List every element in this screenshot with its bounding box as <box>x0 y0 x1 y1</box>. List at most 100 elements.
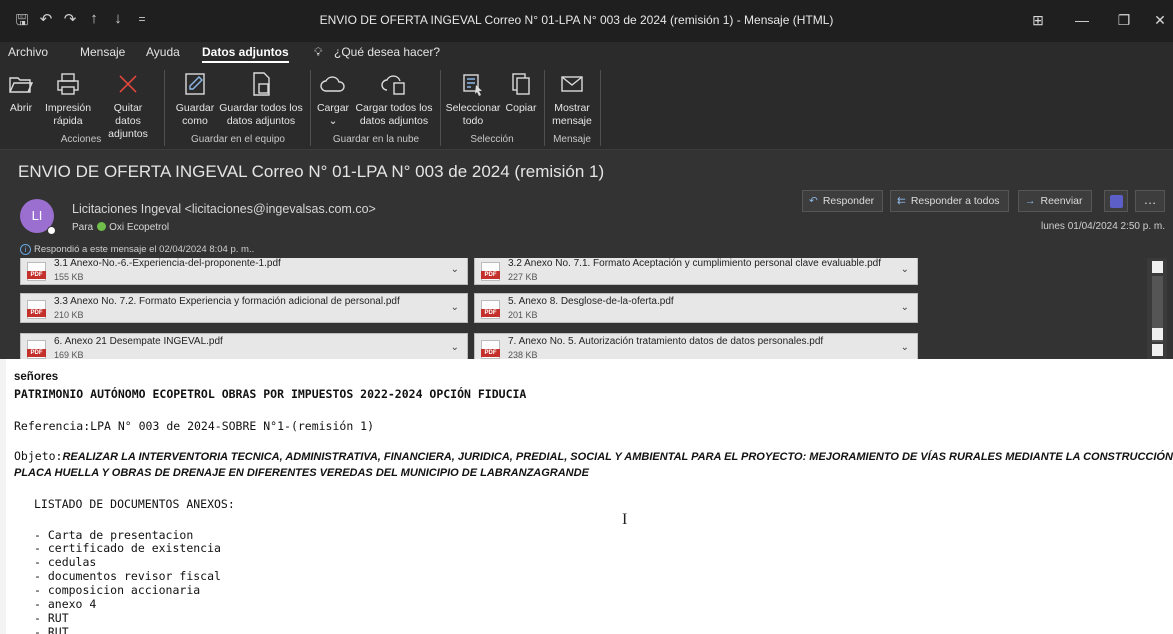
save-as-icon <box>185 73 205 95</box>
impresion-rapida-button[interactable]: Impresión rápida <box>40 70 96 128</box>
ribbon-separator <box>310 70 311 146</box>
tab-mensaje[interactable]: Mensaje <box>80 45 125 59</box>
attachment-size: 155 KB <box>54 272 84 282</box>
cargar-todos-button[interactable]: Cargar todos los datos adjuntos <box>352 70 436 128</box>
tab-datos-adjuntos[interactable]: Datos adjuntos <box>202 45 289 63</box>
cargar-button[interactable]: Cargar ⌄ <box>314 70 352 128</box>
pdf-file-icon: PDF <box>27 300 46 319</box>
recipient-line: Para Oxi Ecopetrol <box>72 222 169 233</box>
list-item: - composicion accionaria <box>34 583 201 597</box>
reenviar-button[interactable]: → Reenviar <box>1018 190 1092 212</box>
sender-name[interactable]: Licitaciones Ingeval <licitaciones@ingev… <box>72 202 376 216</box>
abrir-button[interactable]: Abrir <box>6 70 36 115</box>
greeting: señores <box>14 371 59 383</box>
chevron-down-icon[interactable]: ⌄ <box>901 264 909 275</box>
attachment-item[interactable]: PDF 3.3 Anexo No. 7.2. Formato Experienc… <box>20 293 468 323</box>
group-label-nube: Guardar en la nube <box>332 134 420 145</box>
attachment-name: 7. Anexo No. 5. Autorización tratamiento… <box>508 336 824 347</box>
pdf-file-icon: PDF <box>481 340 500 359</box>
pdf-file-icon: PDF <box>27 340 46 359</box>
quitar-datos-adjuntos-button[interactable]: Quitar datos adjuntos <box>100 70 156 141</box>
guardar-como-button[interactable]: Guardar como <box>172 70 218 128</box>
chevron-down-icon[interactable]: ⌄ <box>451 302 459 313</box>
message-date: lunes 01/04/2024 2:50 p. m. <box>1041 221 1165 232</box>
chevron-down-icon[interactable]: ⌄ <box>451 264 459 275</box>
teams-icon <box>1110 195 1123 208</box>
responder-a-todos-button[interactable]: ⇇ Responder a todos <box>890 190 1009 212</box>
attachment-item[interactable]: PDF 3.2 Anexo No. 7.1. Formato Aceptació… <box>474 258 918 285</box>
message-header: ENVIO DE OFERTA INGEVAL Correo N° 01-LPA… <box>0 150 1173 258</box>
teams-button[interactable] <box>1104 190 1128 212</box>
forward-icon: → <box>1025 195 1036 207</box>
list-item: - anexo 4 <box>34 597 97 611</box>
group-label-acciones: Acciones <box>60 134 102 145</box>
folder-open-icon <box>9 77 34 93</box>
group-label-seleccion: Selección <box>470 134 514 145</box>
responder-label: Responder <box>822 195 875 207</box>
close-button[interactable]: ✕ <box>1140 8 1173 32</box>
maximize-button[interactable]: ❐ <box>1104 8 1144 32</box>
undo-icon[interactable]: ↶ <box>34 10 58 28</box>
presence-available-icon <box>97 222 107 231</box>
previous-item-icon[interactable]: ↑ <box>82 10 106 27</box>
pdf-file-icon: PDF <box>27 262 46 281</box>
more-actions-button[interactable]: … <box>1135 190 1165 212</box>
select-all-icon <box>463 74 482 96</box>
message-body: señores PATRIMONIO AUTÓNOMO ECOPETROL OB… <box>0 359 1173 634</box>
save-all-icon <box>253 72 270 96</box>
list-item: - cedulas <box>34 555 97 569</box>
chevron-down-icon[interactable]: ⌄ <box>901 302 909 313</box>
recipient-name[interactable]: Oxi Ecopetrol <box>109 222 169 233</box>
replied-notice: i Respondió a este mensaje el 02/04/2024 … <box>20 244 254 255</box>
attachment-name: 3.2 Anexo No. 7.1. Formato Aceptación y … <box>508 258 881 269</box>
attachment-item[interactable]: PDF 3.1 Anexo-No.-6.-Experiencia-del-pro… <box>20 258 468 285</box>
attachment-size: 210 KB <box>54 310 84 320</box>
tab-archivo[interactable]: Archivo <box>8 45 48 59</box>
guardar-todos-label: Guardar todos los datos adjuntos <box>219 102 303 127</box>
redo-icon[interactable]: ↷ <box>58 10 82 28</box>
responder-button[interactable]: ↶ Responder <box>802 190 884 212</box>
list-item: - documentos revisor fiscal <box>34 569 221 583</box>
chevron-down-icon[interactable]: ⌄ <box>901 342 909 353</box>
printer-icon <box>57 73 79 95</box>
mostrar-mensaje-button[interactable]: Mostrar mensaje <box>548 70 596 128</box>
customize-toolbar-icon[interactable]: = <box>130 12 154 26</box>
info-icon: i <box>20 244 31 255</box>
replied-text: Respondió a este mensaje el 02/04/2024 8… <box>34 244 255 255</box>
objeto-line-2: PLACA HUELLA Y OBRAS DE DRENAJE EN DIFER… <box>14 467 589 479</box>
title-bar: 🖫 ↶ ↷ ↑ ↓ = ENVIO DE OFERTA INGEVAL Corr… <box>0 0 1173 42</box>
attachment-size: 238 KB <box>508 350 538 359</box>
remove-x-icon <box>119 75 137 93</box>
ribbon-separator <box>600 70 601 146</box>
attachment-name: 6. Anexo 21 Desempate INGEVAL.pdf <box>54 336 223 347</box>
attachment-name: 3.3 Anexo No. 7.2. Formato Experiencia y… <box>54 296 400 307</box>
attachment-size: 201 KB <box>508 310 538 320</box>
attachment-item[interactable]: PDF 6. Anexo 21 Desempate INGEVAL.pdf 16… <box>20 333 468 359</box>
next-item-icon[interactable]: ↓ <box>106 10 130 27</box>
copiar-button[interactable]: Copiar <box>502 70 540 115</box>
chevron-down-icon[interactable]: ⌄ <box>451 342 459 353</box>
lightbulb-icon: 💡︎ <box>314 45 323 59</box>
reenviar-label: Reenviar <box>1040 195 1083 207</box>
scroll-thumb[interactable] <box>1152 328 1163 340</box>
minimize-button[interactable]: — <box>1062 8 1102 32</box>
save-icon[interactable]: 🖫 <box>10 10 34 35</box>
seleccionar-todo-button[interactable]: Seleccionar todo <box>444 70 502 128</box>
attachment-item[interactable]: PDF 7. Anexo No. 5. Autorización tratami… <box>474 333 918 359</box>
presence-status-icon <box>47 226 56 235</box>
pdf-file-icon: PDF <box>481 300 500 319</box>
attachments-scrollbar[interactable] <box>1147 258 1167 359</box>
scroll-up-button[interactable] <box>1152 261 1163 273</box>
objeto-prefix: Objeto: <box>14 449 63 463</box>
tab-ayuda[interactable]: Ayuda <box>146 45 180 59</box>
mostrar-mensaje-label: Mostrar mensaje <box>552 102 592 127</box>
guardar-todos-button[interactable]: Guardar todos los datos adjuntos <box>218 70 304 128</box>
scroll-down-button[interactable] <box>1152 344 1163 356</box>
tell-me-search[interactable]: ¿Qué desea hacer? <box>334 45 440 59</box>
chevron-down-icon: ⌄ <box>328 115 338 127</box>
ribbon-display-options-icon[interactable]: ⊞ <box>1018 8 1058 32</box>
list-item: - certificado de existencia <box>34 541 221 555</box>
objeto-text: REALIZAR LA INTERVENTORIA TECNICA, ADMIN… <box>62 451 1173 463</box>
pdf-file-icon: PDF <box>481 262 500 281</box>
attachment-item[interactable]: PDF 5. Anexo 8. Desglose-de-la-oferta.pd… <box>474 293 918 323</box>
